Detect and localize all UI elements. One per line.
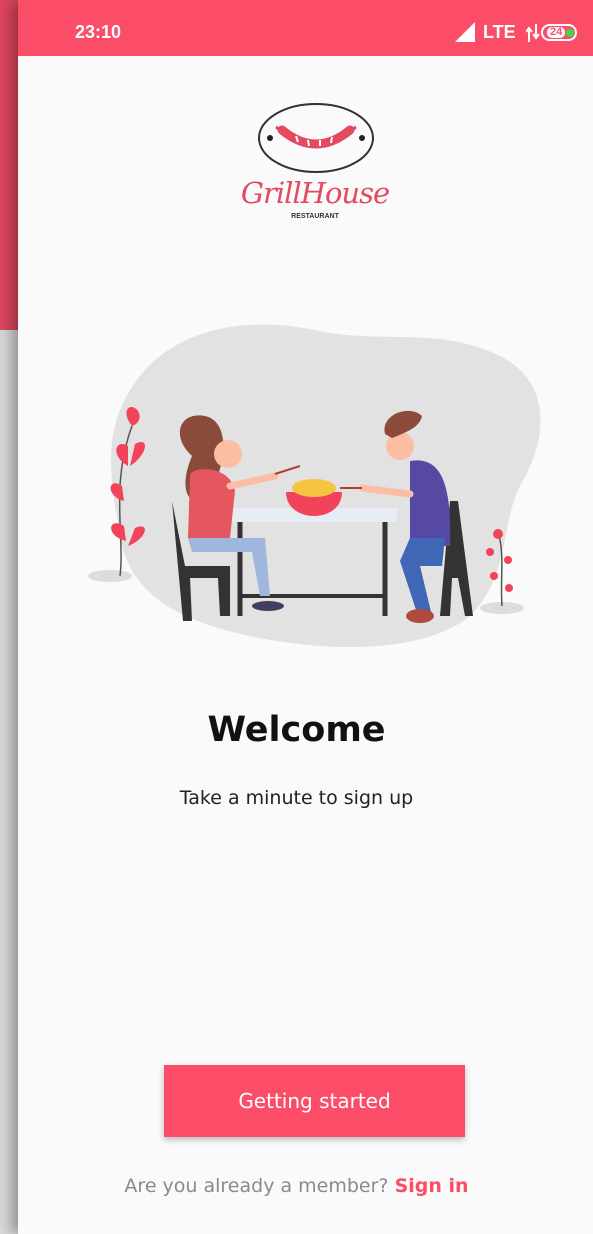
sign-in-link[interactable]: Sign in: [395, 1175, 469, 1197]
app-screen: 23:10 LTE 24 GrillHouse RESTAURANT Welco…: [18, 0, 593, 1234]
couple-dining-illustration-icon: [88, 324, 541, 648]
signal-icon: [455, 22, 475, 42]
battery-icon: 24: [541, 24, 577, 41]
battery-level: 24: [547, 27, 566, 38]
data-transfer-icon: [526, 24, 540, 42]
signin-prompt: Are you already a member? Sign in: [18, 1175, 593, 1197]
status-time: 23:10: [75, 22, 122, 42]
network-type: LTE: [483, 22, 516, 42]
brand-subtitle: RESTAURANT: [291, 213, 339, 220]
grill-sausage-logo-icon: [258, 103, 374, 173]
battery-charge-dot: [566, 29, 574, 37]
getting-started-button[interactable]: Getting started: [164, 1065, 465, 1137]
welcome-subtitle: Take a minute to sign up: [179, 787, 414, 809]
brand-name: GrillHouse: [240, 176, 390, 210]
member-prompt-text: Are you already a member?: [124, 1175, 389, 1197]
welcome-title: Welcome: [207, 710, 386, 750]
status-bar: 23:10 LTE 24: [18, 0, 593, 56]
